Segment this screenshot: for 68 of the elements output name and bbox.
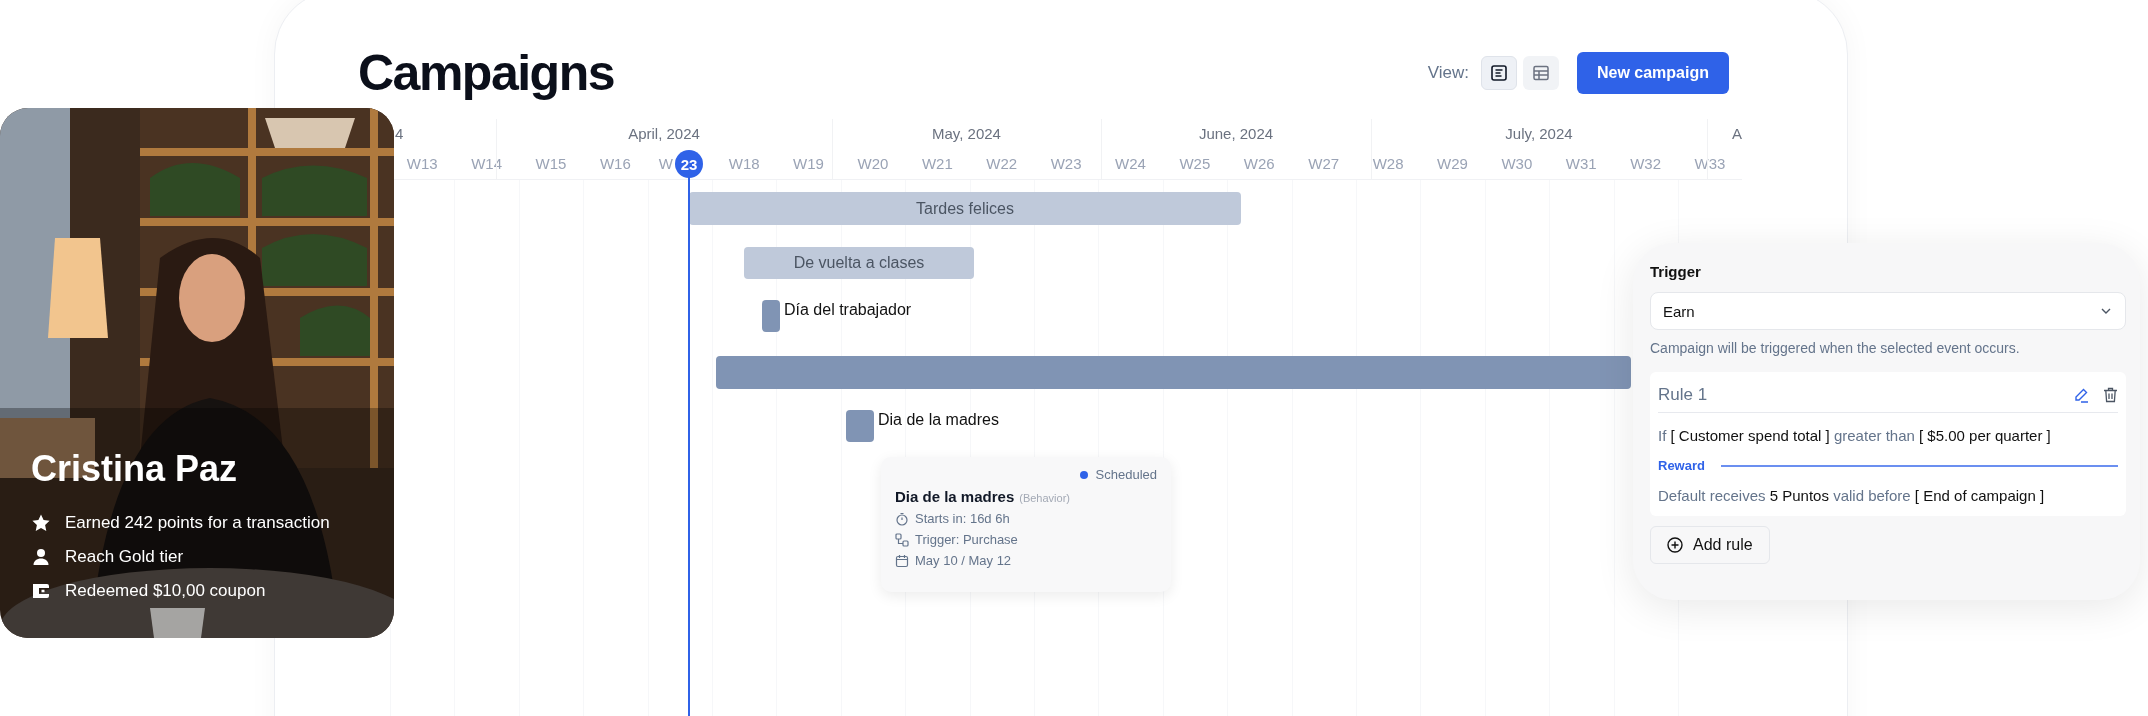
- week-label: W14: [471, 155, 502, 172]
- star-icon: [31, 513, 51, 533]
- campaign-bar[interactable]: De vuelta a clases: [744, 247, 974, 279]
- week-label: W23: [1050, 155, 1082, 172]
- week-label: W33: [1694, 155, 1726, 172]
- week-label: W27: [1308, 155, 1340, 172]
- view-toggle[interactable]: [1480, 56, 1517, 90]
- week-label: W15: [535, 155, 567, 172]
- reward-text: Default receives 5 Puntos valid before [ End of campaign ]: [1658, 487, 2046, 504]
- week-label: W32: [1630, 155, 1662, 172]
- reward-label: Reward: [1658, 458, 1705, 473]
- trigger-label: Trigger: [1650, 263, 1702, 280]
- week-label: W16: [599, 155, 631, 172]
- campaign-label: Día del trabajador: [784, 300, 912, 320]
- view-label: View:: [1427, 63, 1469, 83]
- status-dot: [1079, 470, 1088, 479]
- person-icon: [31, 547, 51, 567]
- campaign-title: Dia de la madres: [895, 488, 1015, 505]
- month-label: April, 2024: [627, 124, 701, 144]
- week-label: W28: [1372, 155, 1404, 172]
- rule-condition: If [ Customer spend total ] greater than [ $5.00 per quarter ]: [1658, 427, 2052, 444]
- activity-text: Earned 242 points for a transaction: [65, 513, 330, 533]
- week-label: W: [658, 155, 673, 172]
- page-title: Campaigns: [358, 44, 615, 102]
- list-view-icon: [1489, 64, 1508, 82]
- month-label: A: [1731, 124, 1742, 144]
- week-label: W25: [1179, 155, 1211, 172]
- trigger-hint: Campaign will be triggered when the selected event occurs.: [1650, 340, 2021, 356]
- rule-title: Rule 1: [1658, 385, 1708, 405]
- month-label: 4: [395, 124, 405, 144]
- plus-circle-icon: [1667, 537, 1683, 553]
- campaign-bar[interactable]: Tardes felices: [689, 192, 1241, 225]
- customer-name: Cristina Paz: [31, 448, 239, 490]
- edit-icon[interactable]: [2073, 387, 2089, 403]
- trigger-select[interactable]: Earn: [1650, 292, 2126, 330]
- view-toggle[interactable]: [1522, 56, 1559, 90]
- flow-icon: [895, 532, 909, 547]
- campaign-marker[interactable]: [846, 410, 874, 442]
- campaign-detail: Trigger: Purchase: [915, 532, 1018, 547]
- week-label: W13: [406, 155, 438, 172]
- stopwatch-icon: [895, 511, 909, 526]
- week-label: W21: [921, 155, 953, 172]
- campaign-detail: Starts in: 16d 6h: [915, 511, 1010, 526]
- month-label: May, 2024: [931, 124, 1002, 144]
- week-label: W24: [1115, 155, 1146, 172]
- add-rule-button[interactable]: Add rule: [1650, 526, 1770, 564]
- campaign-detail: May 10 / May 12: [915, 553, 1012, 568]
- today-marker: 23: [675, 150, 703, 178]
- trash-icon[interactable]: [2103, 387, 2118, 403]
- week-label: W20: [857, 155, 889, 172]
- campaign-marker[interactable]: [762, 300, 780, 332]
- calendar-icon: [895, 553, 909, 568]
- status-label: Scheduled: [1095, 467, 1157, 482]
- week-label: W22: [986, 155, 1018, 172]
- month-label: July, 2024: [1504, 124, 1574, 144]
- week-label: W18: [728, 155, 760, 172]
- month-label: June, 2024: [1197, 124, 1275, 144]
- week-label: W19: [793, 155, 824, 172]
- campaign-type: (Behavior): [1019, 492, 1070, 504]
- week-label: W29: [1437, 155, 1468, 172]
- week-label: W26: [1243, 155, 1275, 172]
- table-view-icon: [1531, 64, 1550, 82]
- activity-text: Redeemed $10,00 coupon: [65, 581, 266, 601]
- campaign-label: Dia de la madres: [878, 410, 999, 430]
- activity-text: Reach Gold tier: [65, 547, 184, 567]
- new-campaign-button[interactable]: New campaign: [1576, 52, 1729, 94]
- week-label: W31: [1565, 155, 1597, 172]
- week-label: W30: [1501, 155, 1533, 172]
